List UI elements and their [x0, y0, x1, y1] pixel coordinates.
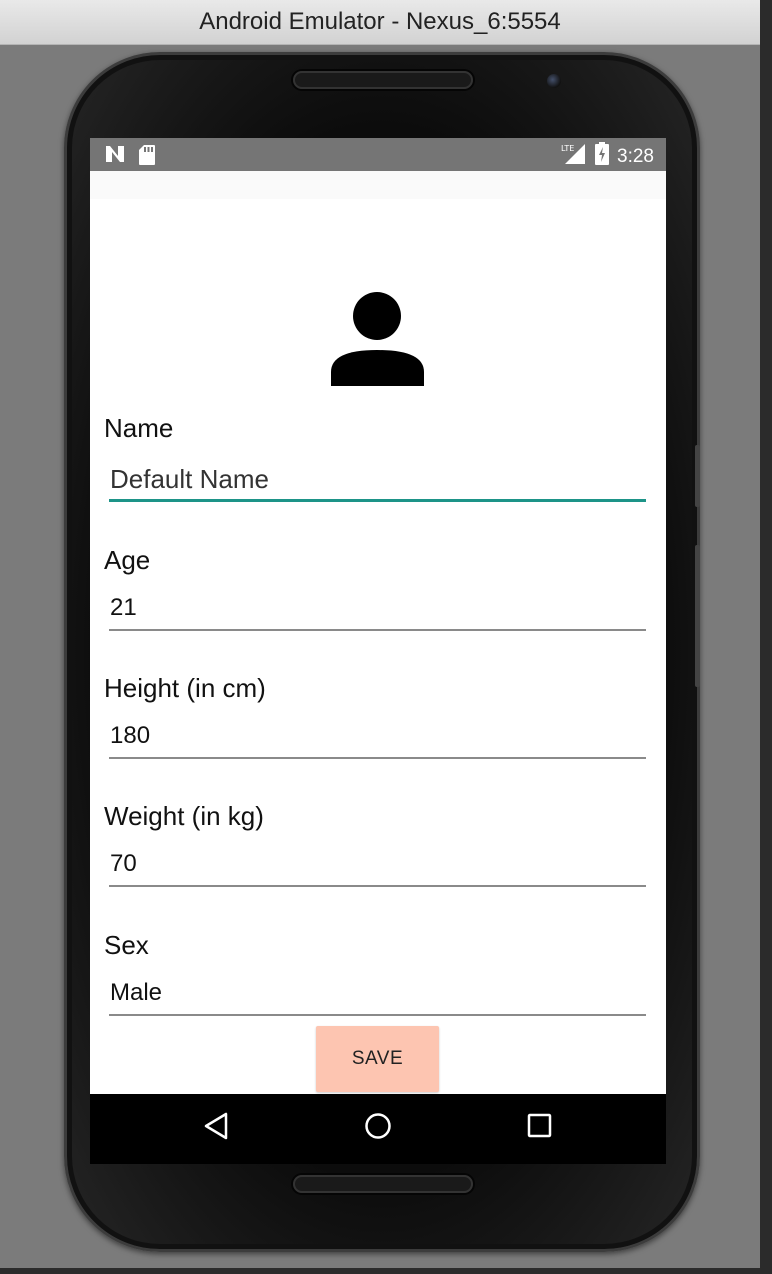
age-label: Age — [104, 545, 151, 575]
recents-icon[interactable] — [525, 1111, 555, 1146]
editor-bottom-strip — [0, 1268, 772, 1274]
battery-charging-icon — [595, 142, 610, 171]
height-input[interactable]: 180 — [109, 719, 646, 759]
sex-label: Sex — [104, 930, 149, 960]
name-input[interactable]: Default Name — [109, 462, 646, 502]
name-label: Name — [104, 413, 174, 443]
status-bar: LTE 3:28 — [90, 138, 666, 171]
back-icon[interactable] — [202, 1111, 230, 1146]
age-input[interactable]: 21 — [109, 591, 646, 631]
front-camera — [547, 74, 561, 88]
notification-n-icon — [104, 144, 126, 171]
weight-input[interactable]: 70 — [109, 847, 646, 887]
bottom-speaker — [293, 1175, 473, 1193]
volume-button[interactable] — [695, 545, 700, 687]
window-title: Android Emulator - Nexus_6:5554 — [199, 8, 561, 35]
lte-signal-icon: LTE — [561, 142, 587, 171]
top-speaker — [293, 71, 473, 89]
person-icon — [330, 292, 426, 391]
app-bar — [90, 171, 666, 199]
height-label: Height (in cm) — [104, 673, 266, 703]
sd-card-icon — [138, 144, 156, 171]
phone-screen: LTE 3:28 Name Default Name Age 21 Height… — [90, 138, 666, 1164]
network-type: LTE — [561, 144, 574, 153]
navigation-bar — [90, 1094, 666, 1164]
home-icon[interactable] — [363, 1111, 393, 1146]
power-button[interactable] — [695, 445, 700, 507]
save-button[interactable]: SAVE — [316, 1026, 439, 1092]
emulator-title-bar: Android Emulator - Nexus_6:5554 — [0, 0, 760, 45]
sex-input[interactable]: Male — [109, 976, 646, 1016]
weight-label: Weight (in kg) — [104, 801, 264, 831]
status-time: 3:28 — [617, 145, 654, 167]
editor-edge-strip — [760, 0, 772, 1274]
